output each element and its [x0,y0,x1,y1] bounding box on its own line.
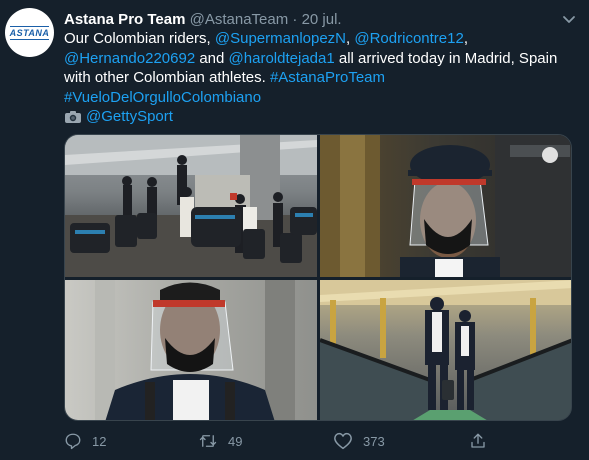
avatar-logo: ASTANA [9,25,50,40]
author-handle[interactable]: @AstanaTeam [190,11,289,28]
heart-icon [334,432,352,450]
mention-link[interactable]: @Rodricontre12 [354,30,463,47]
avatar[interactable]: ASTANA [5,8,54,57]
more-options-chevron-icon[interactable] [560,10,578,28]
tweet-header: Astana Pro Team @AstanaTeam · 20 jul. [64,10,342,29]
media-grid [64,134,572,421]
mention-link[interactable]: @haroldtejada1 [229,50,335,67]
tweet-text-and: and [195,49,229,67]
hashtag-link[interactable]: #AstanaProTeam [270,69,385,86]
photo-rider-closeup-image [95,280,295,420]
reply-button[interactable]: 12 [64,432,106,450]
retweet-icon [199,435,217,447]
photo-moving-walkway[interactable] [320,280,571,420]
share-button[interactable] [469,432,497,450]
photo-rider-visor-image [320,135,571,277]
mention-link[interactable]: @Hernando220692 [64,50,195,67]
photo-airport-group[interactable] [65,135,317,277]
mention-link[interactable]: @SupermanlopezN [215,30,346,47]
retweet-count: 49 [228,433,243,449]
tweet-text-comma: , [463,30,468,47]
share-icon [471,433,485,448]
photo-rider-closeup[interactable] [65,280,317,420]
reply-count: 12 [92,433,107,449]
camera-icon [64,110,82,130]
tweet-actions: 12 49 373 [64,432,494,452]
photo-moving-walkway-image [320,280,571,420]
like-count: 373 [363,433,385,449]
author-name[interactable]: Astana Pro Team [64,11,185,28]
tweet-text-intro: Our Colombian riders, [64,30,215,47]
separator-dot: · [292,11,298,28]
tweet-card[interactable]: ASTANA Astana Pro Team @AstanaTeam · 20 … [0,0,589,460]
hashtag-link[interactable]: #VueloDelOrgulloColombiano [64,89,261,106]
photo-rider-visor[interactable] [320,135,571,277]
retweet-button[interactable]: 49 [198,432,242,450]
photo-airport-group-image [65,135,317,277]
reply-icon [65,433,81,450]
like-button[interactable]: 373 [333,432,385,450]
tweet-text: Our Colombian riders, @SupermanlopezN, @… [64,29,574,130]
tweet-date[interactable]: 20 jul. [302,11,342,28]
photo-credit-link[interactable]: @GettySport [86,108,173,125]
